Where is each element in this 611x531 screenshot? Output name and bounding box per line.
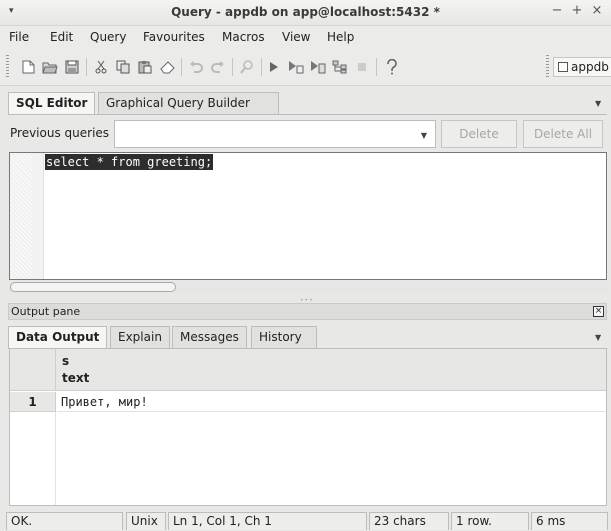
open-folder-icon[interactable] (41, 58, 59, 76)
column-type: text (62, 371, 90, 385)
tab-history[interactable]: History (251, 326, 317, 348)
close-button[interactable]: × (589, 3, 605, 18)
delete-button[interactable]: Delete (441, 120, 517, 148)
tab-messages[interactable]: Messages (172, 326, 247, 348)
save-icon[interactable] (63, 58, 81, 76)
output-pane-header: Output pane × (8, 303, 607, 320)
output-tab-bar: Data Output Explain Messages History ▼ (8, 326, 607, 349)
menu-query[interactable]: Query (90, 30, 126, 44)
previous-queries-label: Previous queries (10, 126, 110, 140)
maximize-button[interactable]: + (569, 3, 585, 18)
menu-macros[interactable]: Macros (222, 30, 265, 44)
checkbox-icon[interactable] (558, 62, 568, 72)
toolbar-separator (181, 58, 182, 76)
toolbar-grip[interactable] (546, 55, 549, 79)
output-pane-label: Output pane (11, 305, 81, 318)
tab-explain[interactable]: Explain (110, 326, 170, 348)
execute-pgscript-icon[interactable] (287, 58, 305, 76)
cut-icon[interactable] (92, 58, 110, 76)
sql-editor[interactable]: select * from greeting; (9, 152, 607, 280)
database-checkbox-label: appdb (571, 60, 609, 74)
editor-tab-bar: SQL Editor Graphical Query Builder ▼ (8, 92, 607, 115)
status-cursor-position: Ln 1, Col 1, Ch 1 (168, 512, 367, 530)
cancel-icon[interactable] (353, 58, 371, 76)
window-title: Query - appdb on app@localhost:5432 * (171, 5, 440, 19)
status-bar: OK. Unix Ln 1, Col 1, Ch 1 23 chars 1 ro… (0, 509, 611, 531)
tabs-menu-icon[interactable]: ▼ (595, 333, 601, 342)
row-header[interactable]: 1 (10, 392, 56, 412)
status-line-ending: Unix (126, 512, 166, 530)
toolbar-separator (232, 58, 233, 76)
pane-splitter[interactable]: ••• (0, 295, 611, 304)
paste-icon[interactable] (136, 58, 154, 76)
redo-icon[interactable] (209, 58, 227, 76)
menu-help[interactable]: Help (327, 30, 354, 44)
find-icon[interactable] (238, 58, 256, 76)
toolbar-grip[interactable] (6, 55, 9, 79)
minimize-button[interactable]: − (549, 3, 565, 18)
status-row-count: 1 row. (451, 512, 529, 530)
result-grid[interactable]: s text 1 Привет, мир! (9, 348, 607, 506)
execute-to-file-icon[interactable] (309, 58, 327, 76)
new-document-icon[interactable] (19, 58, 37, 76)
scrollbar-thumb[interactable] (10, 282, 176, 292)
status-message: OK. (6, 512, 123, 530)
editor-horizontal-scrollbar[interactable] (9, 281, 607, 293)
row-header-area (10, 412, 56, 505)
menu-view[interactable]: View (282, 30, 310, 44)
editor-line-gutter (10, 153, 32, 279)
toolbar-separator (261, 58, 262, 76)
tab-underline (8, 114, 607, 115)
menu-bar: File Edit Query Favourites Macros View H… (0, 26, 611, 48)
toolbar: appdb (0, 48, 611, 86)
chevron-down-icon[interactable]: ▼ (421, 131, 427, 140)
title-bar: ▾ Query - appdb on app@localhost:5432 * … (0, 0, 611, 26)
grid-corner[interactable] (10, 349, 56, 391)
undo-icon[interactable] (187, 58, 205, 76)
tab-graphical-query-builder[interactable]: Graphical Query Builder (98, 92, 279, 114)
table-cell[interactable]: Привет, мир! (57, 392, 605, 412)
close-pane-icon[interactable]: × (593, 306, 604, 317)
clear-icon[interactable] (158, 58, 176, 76)
editor-fold-margin (32, 153, 44, 279)
previous-queries-row: Previous queries ▼ Delete Delete All (8, 119, 606, 150)
column-name: s (62, 354, 70, 368)
tab-data-output[interactable]: Data Output (8, 326, 108, 349)
copy-icon[interactable] (114, 58, 132, 76)
tabs-menu-icon[interactable]: ▼ (595, 99, 601, 108)
previous-queries-combo[interactable]: ▼ (114, 120, 436, 148)
menu-file[interactable]: File (9, 30, 29, 44)
menu-edit[interactable]: Edit (50, 30, 73, 44)
menu-favourites[interactable]: Favourites (143, 30, 205, 44)
execute-icon[interactable] (265, 58, 283, 76)
status-exec-time: 6 ms (531, 512, 608, 530)
status-char-count: 23 chars (369, 512, 449, 530)
database-checkbox[interactable]: appdb (553, 57, 611, 77)
column-header[interactable]: s text (56, 349, 606, 391)
toolbar-separator (86, 58, 87, 76)
tab-sql-editor[interactable]: SQL Editor (8, 92, 96, 115)
sql-text[interactable]: select * from greeting; (45, 154, 214, 170)
explain-icon[interactable] (331, 58, 349, 76)
delete-all-button[interactable]: Delete All (523, 120, 603, 148)
toolbar-separator (376, 58, 377, 76)
help-icon[interactable] (383, 58, 401, 76)
